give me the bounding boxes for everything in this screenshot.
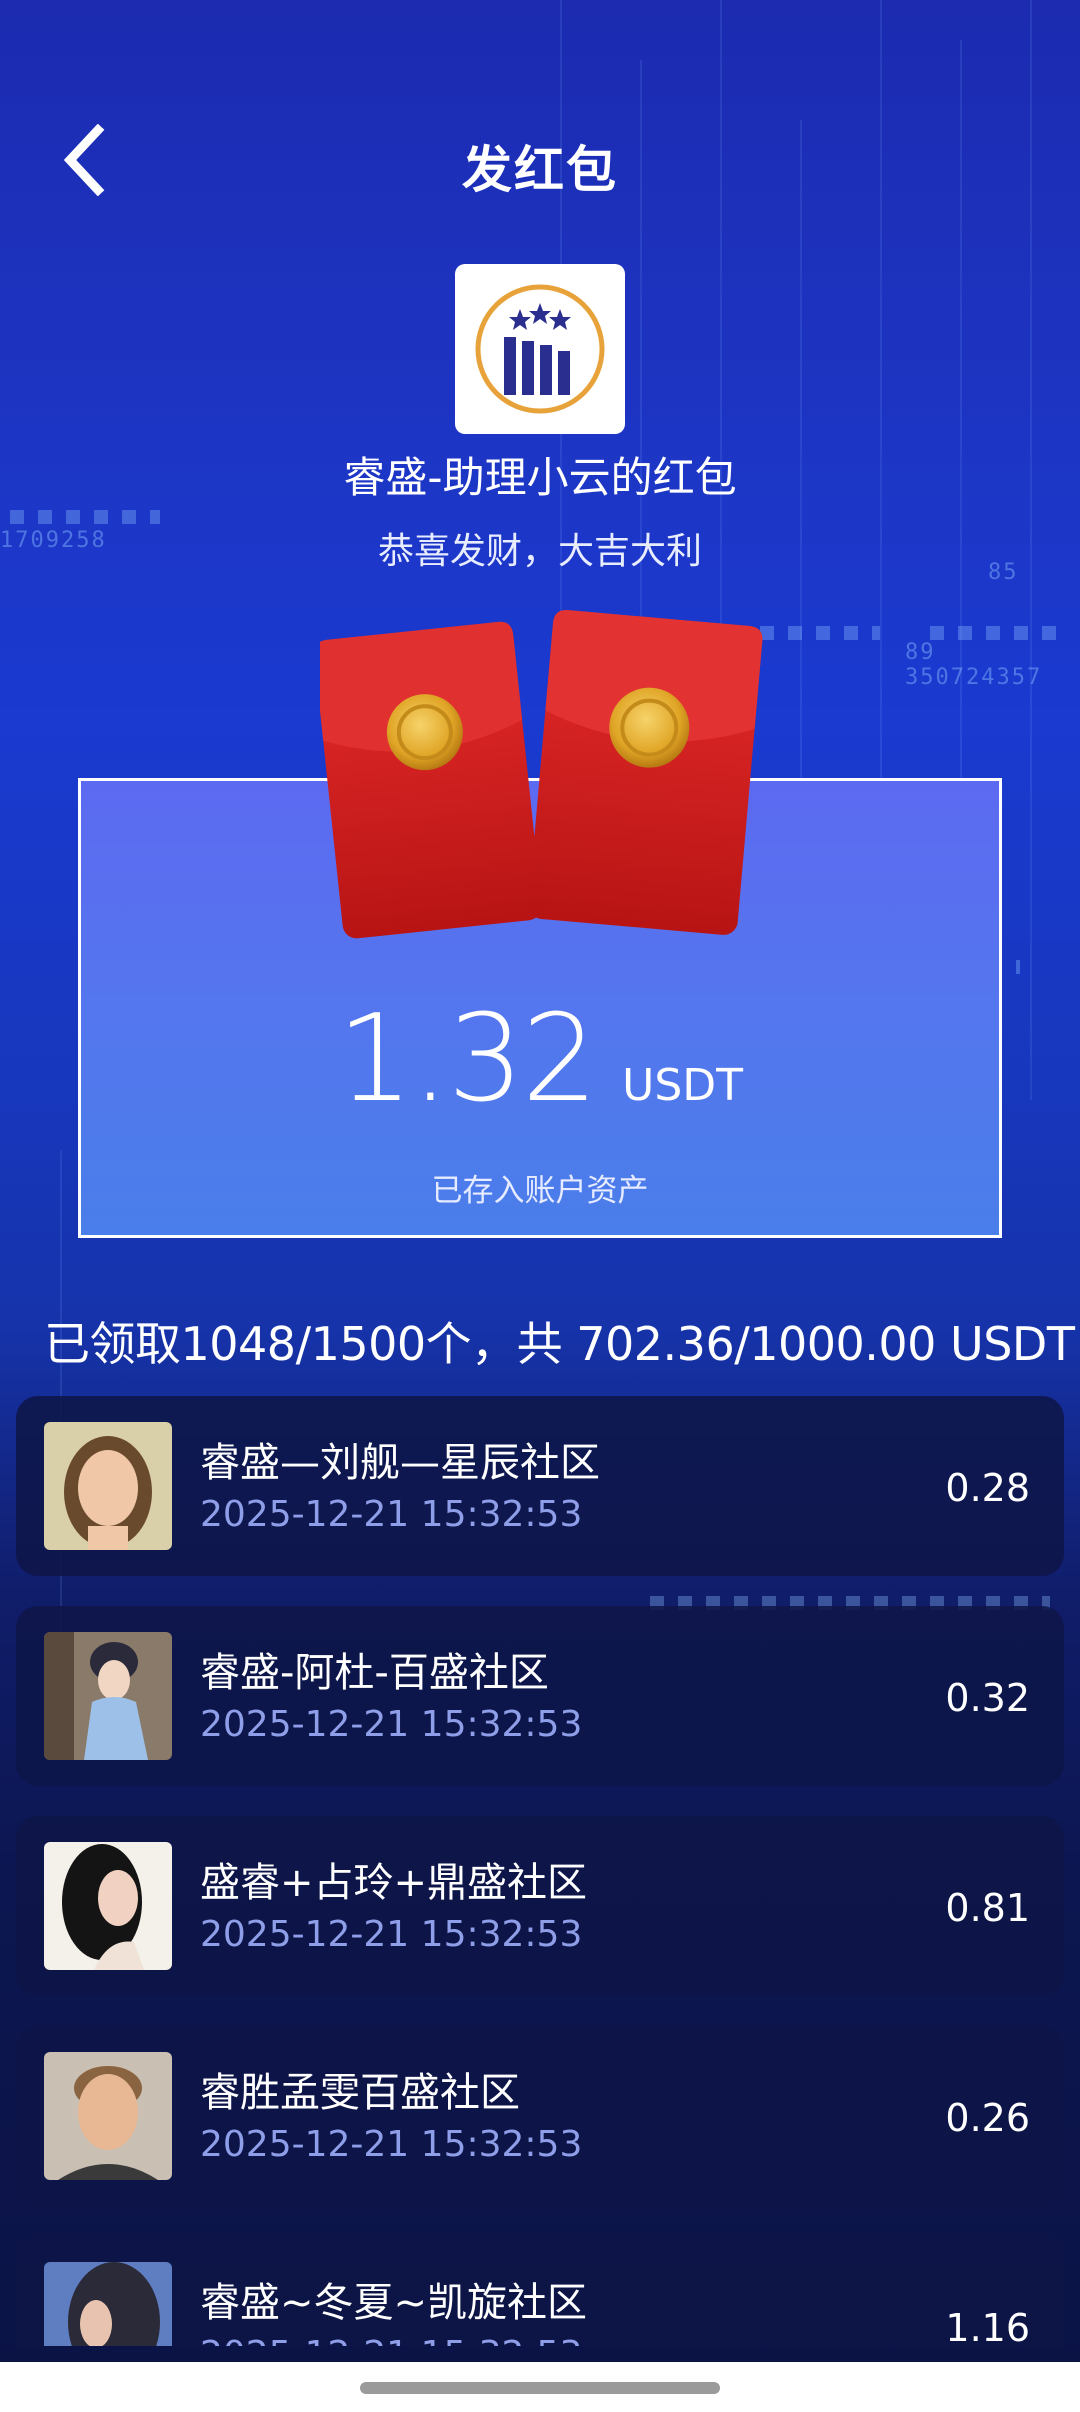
claim-list[interactable]: 睿盛—刘舰—星辰社区 2025-12-21 15:32:53 0.28 睿盛-阿… [16,1396,1064,2346]
page-title: 发红包 [462,141,618,199]
stars-columns-logo [475,284,605,414]
avatar [44,2262,172,2346]
claim-time: 2025-12-21 15:32:53 [200,1494,583,1535]
claim-amount: 0.81 [945,1886,1030,1930]
claim-time: 2025-12-21 15:32:53 [200,1704,583,1745]
list-item[interactable]: 盛睿+占玲+鼎盛社区 2025-12-21 15:32:53 0.81 [16,1816,1064,1996]
sender-name: 睿盛-助理小云的红包 [343,453,737,502]
claim-name: 睿盛—刘舰—星辰社区 [200,1440,600,1486]
list-item[interactable]: 睿盛-阿杜-百盛社区 2025-12-21 15:32:53 0.32 [16,1606,1064,1786]
claim-amount: 0.26 [945,2096,1030,2140]
deposit-note: 已存入账户资产 [431,1173,649,1209]
system-home-bar [0,2362,1080,2412]
claim-amount: 1.16 [945,2306,1030,2346]
claim-time: 2025-12-21 15:32:53 [200,2334,582,2346]
claim-time: 2025-12-21 15:32:53 [200,1914,583,1955]
avatar [44,1422,172,1550]
claim-name: 盛睿+占玲+鼎盛社区 [200,1860,588,1906]
amount-value: 1.32 [336,990,598,1129]
blessing-text: 恭喜发财，大吉大利 [377,531,702,572]
avatar [44,2052,172,2180]
home-indicator[interactable] [360,2382,720,2394]
red-envelope-icon [320,610,763,939]
claim-name: 睿盛-阿杜-百盛社区 [200,1650,549,1696]
list-item[interactable]: 睿盛—刘舰—星辰社区 2025-12-21 15:32:53 0.28 [16,1396,1064,1576]
sender-logo [455,264,625,434]
amount-unit: USDT [622,1060,744,1111]
claim-name: 睿胜孟雯百盛社区 [200,2070,520,2116]
claim-amount: 0.32 [945,1676,1030,1720]
list-item[interactable]: 睿胜孟雯百盛社区 2025-12-21 15:32:53 0.26 [16,2026,1064,2206]
claim-amount: 0.28 [945,1466,1030,1510]
claim-name: 睿盛~冬夏~凯旋社区 [200,2280,588,2326]
claim-time: 2025-12-21 15:32:53 [200,2124,583,2165]
header: 发红包 [0,120,1080,200]
avatar [44,1842,172,1970]
avatar [44,1632,172,1760]
amount-display: 1.32 USDT [0,990,1080,1129]
list-item[interactable]: 睿盛~冬夏~凯旋社区 2025-12-21 15:32:53 1.16 [16,2236,1064,2346]
claim-summary: 已领取1048/1500个，共 702.36/1000.00 USDT [44,1317,1075,1371]
